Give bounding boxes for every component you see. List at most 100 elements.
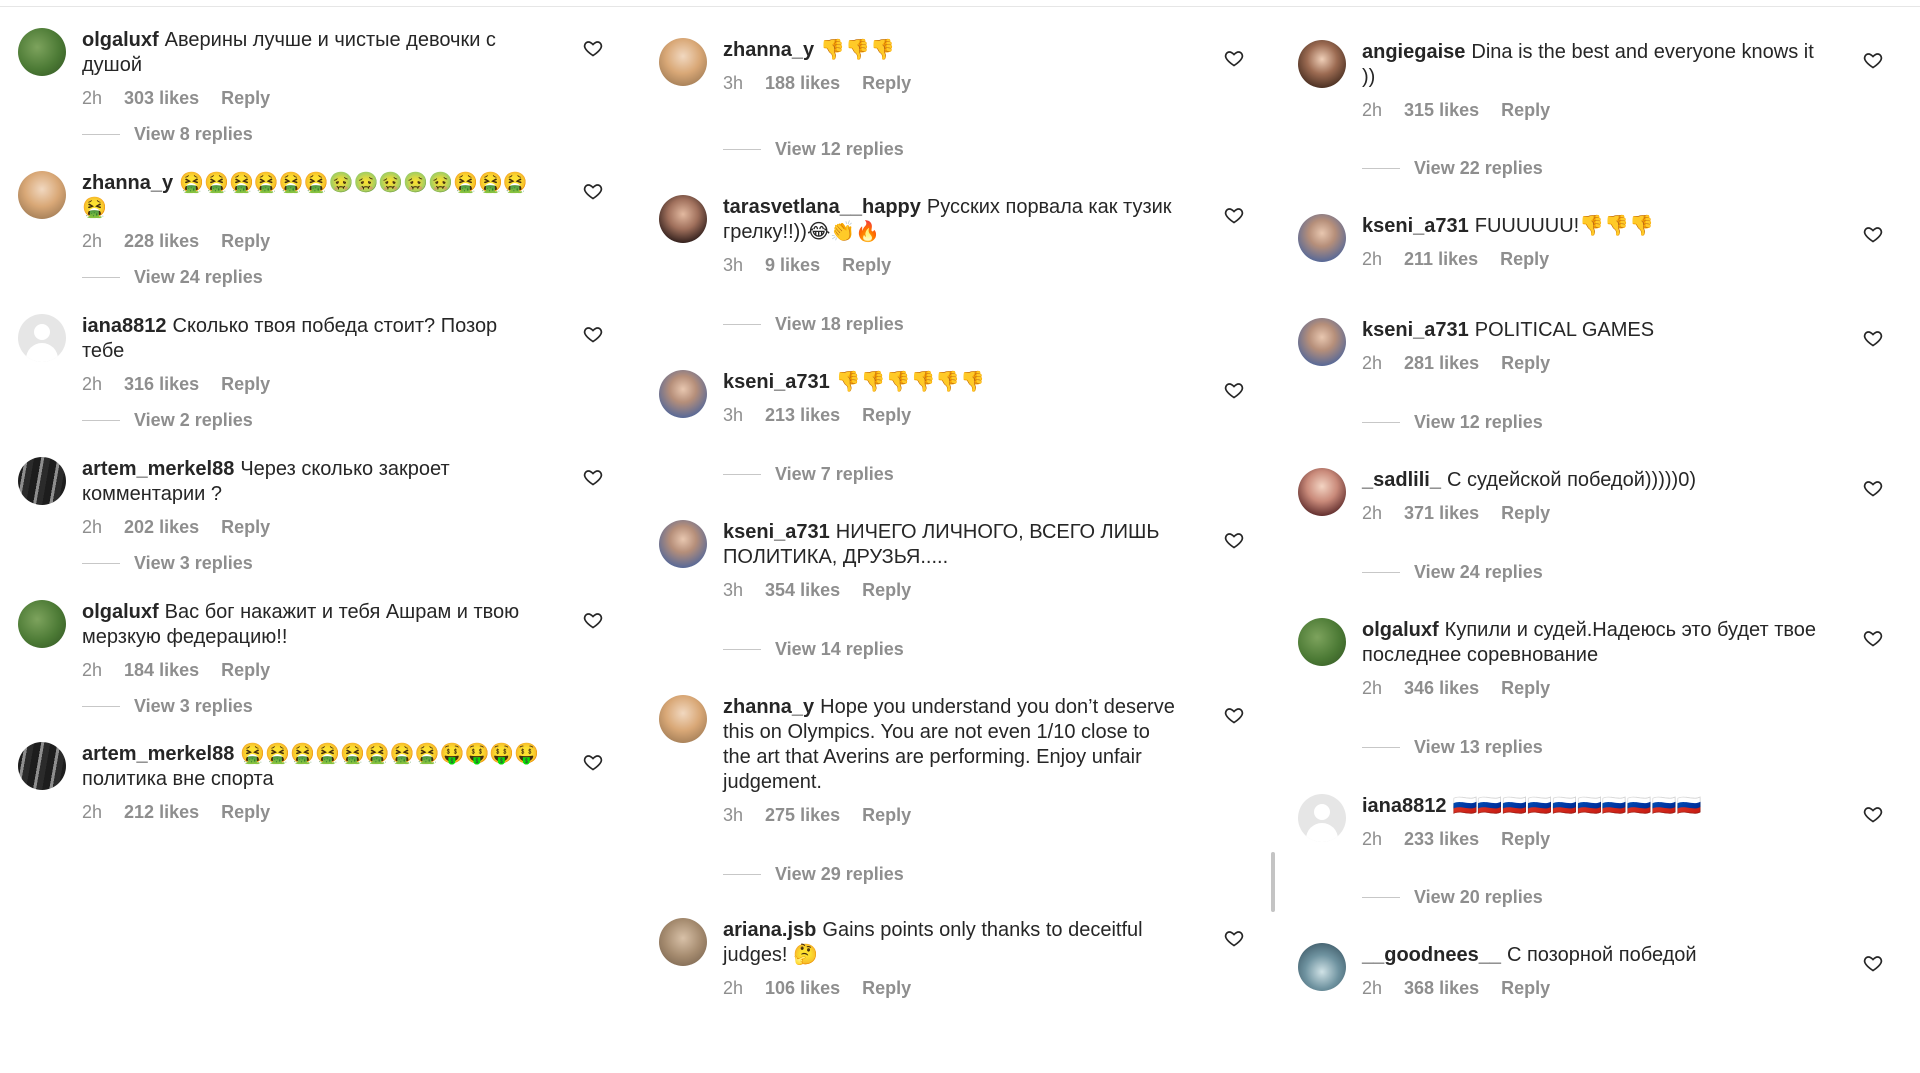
reply-button[interactable]: Reply [221,374,270,395]
view-replies-button[interactable]: View 18 replies [723,314,904,335]
heart-outline-icon[interactable] [1224,205,1244,225]
avatar[interactable] [1298,214,1346,262]
reply-button[interactable]: Reply [1501,678,1550,699]
comment-time[interactable]: 2h [1362,678,1382,699]
reply-button[interactable]: Reply [862,73,911,94]
avatar[interactable] [18,171,66,219]
reply-button[interactable]: Reply [1501,353,1550,374]
comment-time[interactable]: 2h [1362,503,1382,524]
avatar[interactable] [18,28,66,76]
comment-time[interactable]: 2h [1362,829,1382,850]
reply-button[interactable]: Reply [1501,829,1550,850]
avatar[interactable] [1298,794,1346,842]
comment-likes[interactable]: 9 likes [765,255,820,276]
heart-outline-icon[interactable] [1863,628,1883,648]
avatar[interactable] [659,695,707,743]
reply-button[interactable]: Reply [862,405,911,426]
comment-username[interactable]: kseni_a731 [723,521,830,543]
comment-time[interactable]: 2h [1362,100,1382,121]
comment-time[interactable]: 2h [82,231,102,252]
reply-button[interactable]: Reply [221,660,270,681]
comment-time[interactable]: 2h [82,374,102,395]
heart-outline-icon[interactable] [583,752,603,772]
comment-username[interactable]: ariana.jsb [723,919,816,941]
comment-username[interactable]: olgaluxf [1362,619,1439,641]
reply-button[interactable]: Reply [221,88,270,109]
reply-button[interactable]: Reply [221,517,270,538]
view-replies-button[interactable]: View 14 replies [723,639,904,660]
comment-username[interactable]: kseni_a731 [1362,319,1469,341]
avatar[interactable] [659,520,707,568]
comment-time[interactable]: 2h [1362,353,1382,374]
heart-outline-icon[interactable] [1224,928,1244,948]
reply-button[interactable]: Reply [862,978,911,999]
avatar[interactable] [1298,468,1346,516]
comment-time[interactable]: 3h [723,73,743,94]
comment-username[interactable]: olgaluxf [82,601,159,623]
avatar[interactable] [18,314,66,362]
view-replies-button[interactable]: View 8 replies [82,124,253,145]
heart-outline-icon[interactable] [1863,953,1883,973]
comment-likes[interactable]: 202 likes [124,517,199,538]
comment-likes[interactable]: 211 likes [1404,249,1478,270]
avatar[interactable] [1298,318,1346,366]
comment-likes[interactable]: 106 likes [765,978,840,999]
comment-time[interactable]: 3h [723,255,743,276]
view-replies-button[interactable]: View 3 replies [82,696,253,717]
comment-username[interactable]: kseni_a731 [723,371,830,393]
reply-button[interactable]: Reply [221,231,270,252]
view-replies-button[interactable]: View 12 replies [723,139,904,160]
comment-time[interactable]: 2h [82,517,102,538]
comment-likes[interactable]: 346 likes [1404,678,1479,699]
comment-username[interactable]: zhanna_y [723,696,814,718]
heart-outline-icon[interactable] [583,324,603,344]
comment-username[interactable]: iana8812 [1362,795,1447,817]
comment-username[interactable]: __goodnees__ [1362,944,1501,966]
comment-likes[interactable]: 303 likes [124,88,199,109]
scrollbar-thumb[interactable] [1271,852,1275,912]
avatar[interactable] [18,457,66,505]
comment-likes[interactable]: 316 likes [124,374,199,395]
avatar[interactable] [659,918,707,966]
avatar[interactable] [1298,40,1346,88]
comment-likes[interactable]: 228 likes [124,231,199,252]
view-replies-button[interactable]: View 2 replies [82,410,253,431]
heart-outline-icon[interactable] [583,181,603,201]
reply-button[interactable]: Reply [1501,503,1550,524]
comment-time[interactable]: 2h [1362,978,1382,999]
comment-likes[interactable]: 275 likes [765,805,840,826]
comment-likes[interactable]: 184 likes [124,660,199,681]
comment-likes[interactable]: 371 likes [1404,503,1479,524]
view-replies-button[interactable]: View 13 replies [1362,737,1543,758]
comment-likes[interactable]: 368 likes [1404,978,1479,999]
avatar[interactable] [18,600,66,648]
comment-likes[interactable]: 233 likes [1404,829,1479,850]
heart-outline-icon[interactable] [1224,530,1244,550]
comment-time[interactable]: 2h [723,978,743,999]
reply-button[interactable]: Reply [1500,249,1549,270]
heart-outline-icon[interactable] [1863,804,1883,824]
comment-likes[interactable]: 212 likes [124,802,199,823]
reply-button[interactable]: Reply [862,580,911,601]
view-replies-button[interactable]: View 3 replies [82,553,253,574]
comment-username[interactable]: zhanna_y [723,39,814,61]
comment-username[interactable]: olgaluxf [82,29,159,51]
comment-time[interactable]: 3h [723,580,743,601]
avatar[interactable] [18,742,66,790]
comment-time[interactable]: 3h [723,405,743,426]
reply-button[interactable]: Reply [862,805,911,826]
comment-time[interactable]: 2h [82,660,102,681]
view-replies-button[interactable]: View 29 replies [723,864,904,885]
view-replies-button[interactable]: View 7 replies [723,464,894,485]
view-replies-button[interactable]: View 22 replies [1362,158,1543,179]
avatar[interactable] [659,195,707,243]
reply-button[interactable]: Reply [842,255,891,276]
reply-button[interactable]: Reply [1501,100,1550,121]
comment-username[interactable]: _sadlili_ [1362,469,1441,491]
comment-time[interactable]: 2h [1362,249,1382,270]
comment-username[interactable]: iana8812 [82,315,167,337]
heart-outline-icon[interactable] [1863,478,1883,498]
comment-username[interactable]: angiegaise [1362,41,1465,63]
comment-time[interactable]: 2h [82,802,102,823]
heart-outline-icon[interactable] [583,467,603,487]
